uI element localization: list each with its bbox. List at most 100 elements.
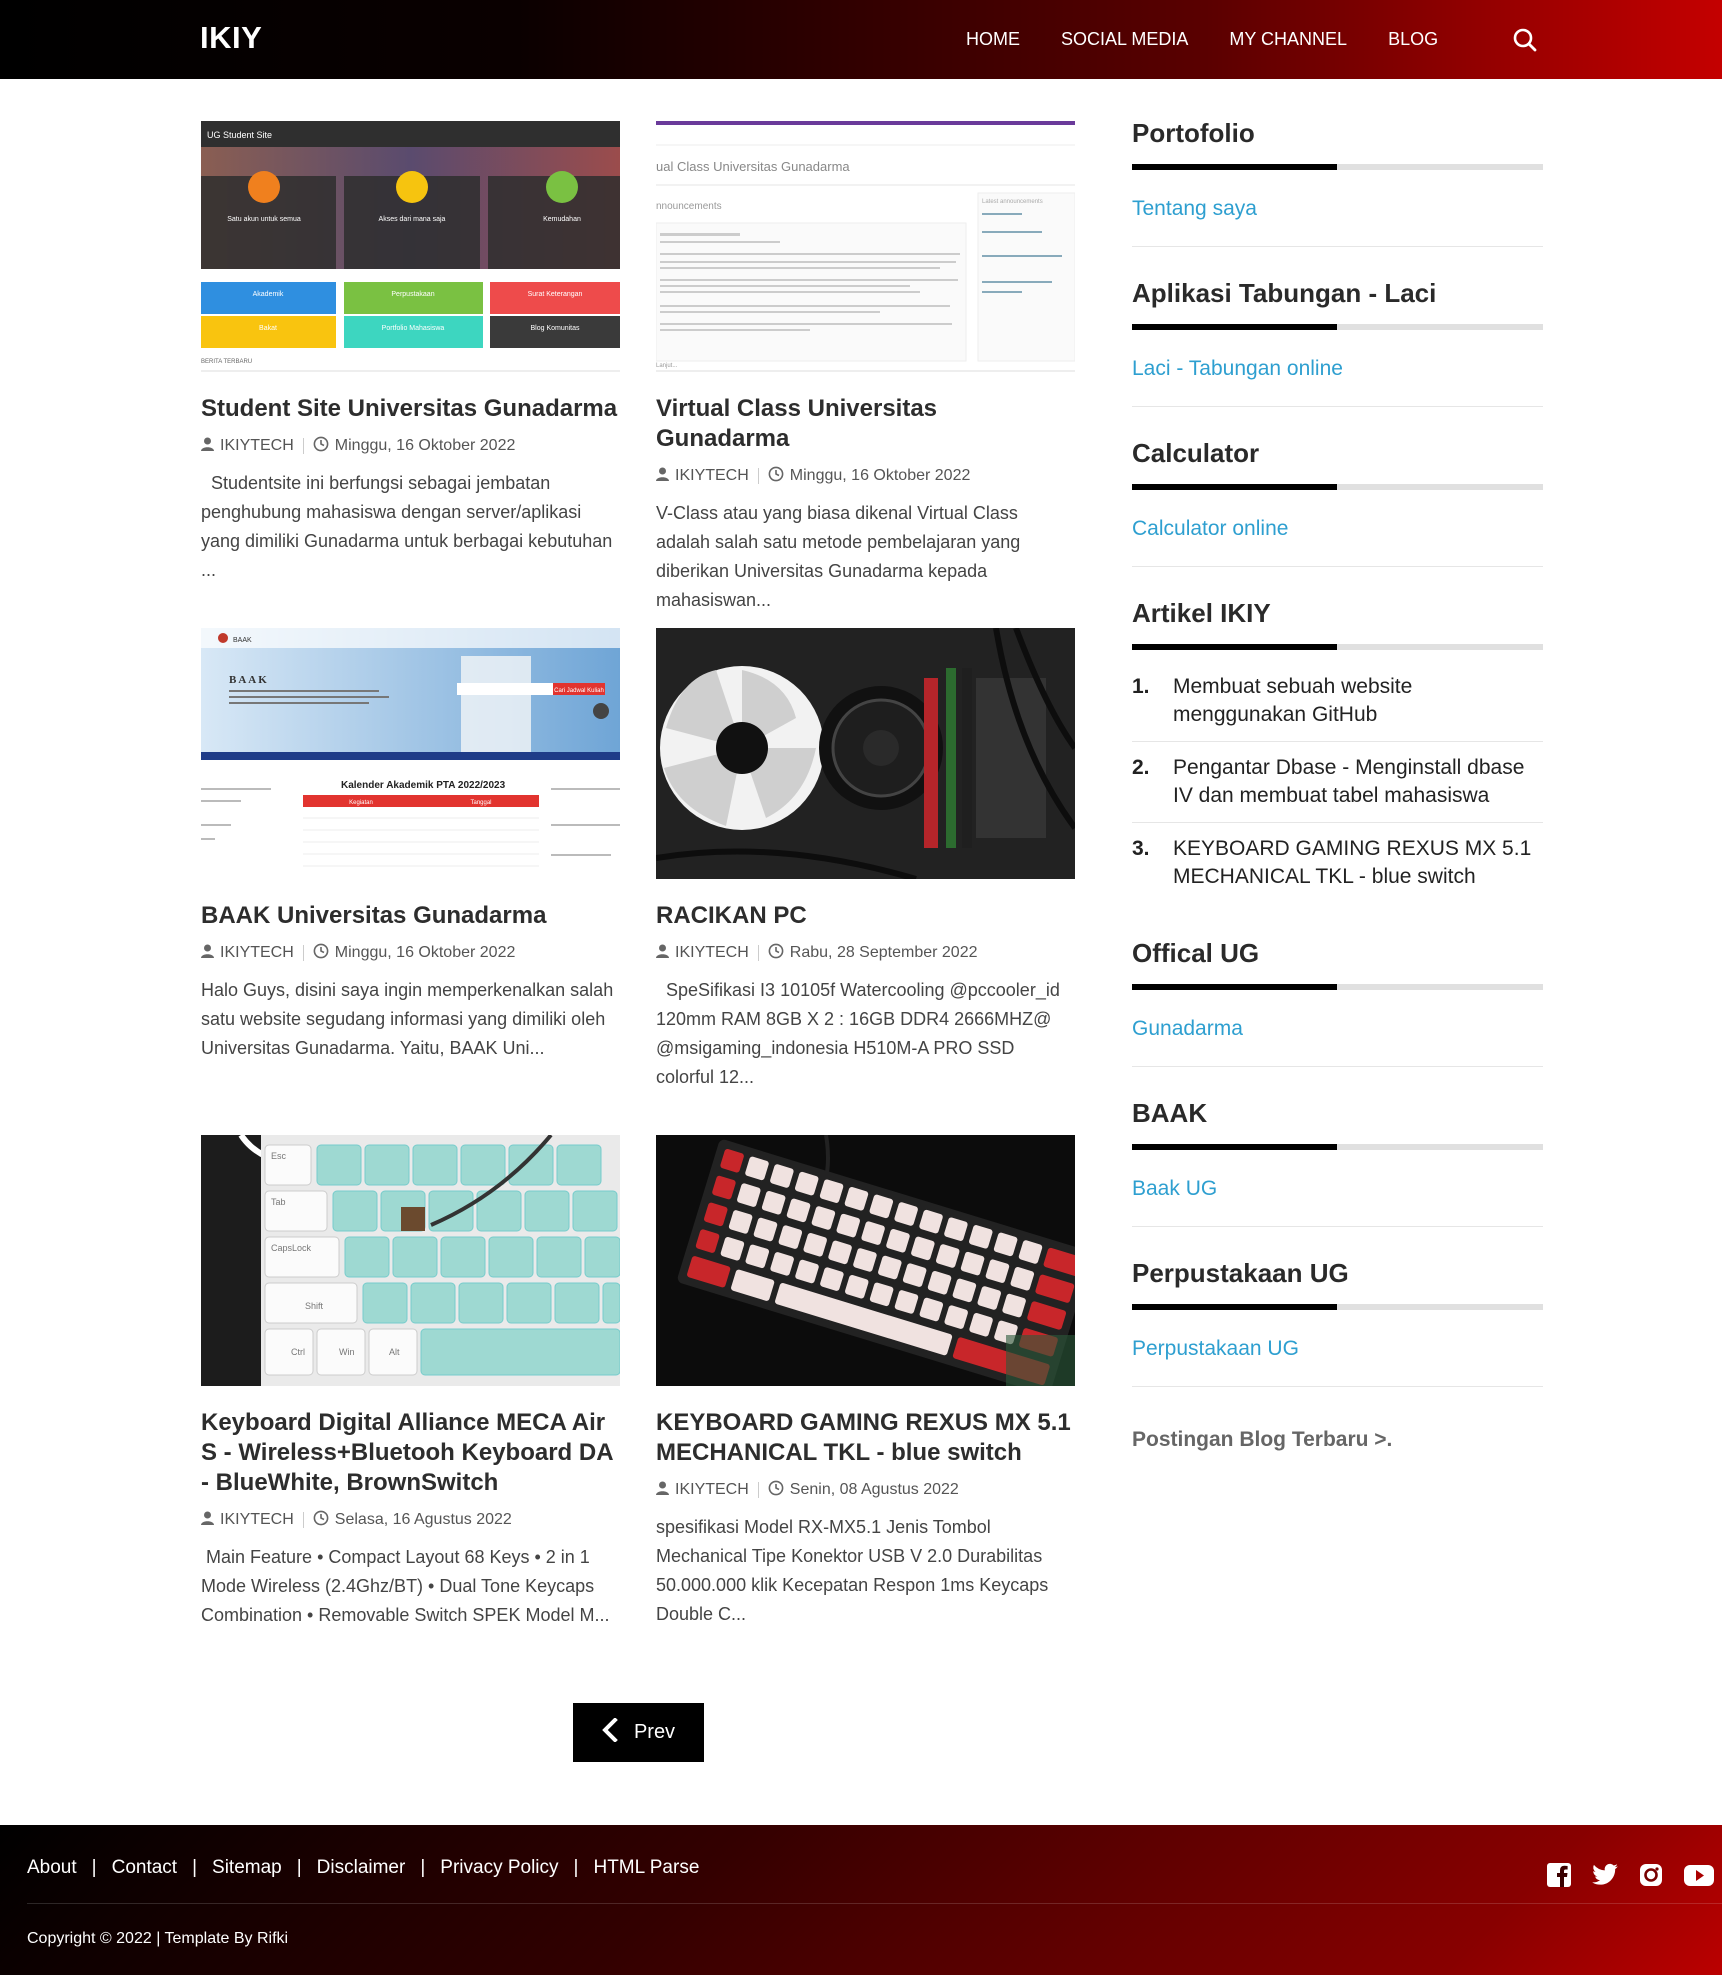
post-author[interactable]: IKIYTECH bbox=[220, 1511, 294, 1529]
facebook-icon[interactable] bbox=[1545, 1861, 1573, 1889]
social-icons bbox=[1545, 1861, 1722, 1889]
sidebar-link-laci[interactable]: Laci - Tabungan online bbox=[1132, 330, 1543, 407]
post-title[interactable]: Student Site Universitas Gunadarma bbox=[201, 394, 620, 424]
user-icon bbox=[656, 944, 675, 963]
thumb-tile-label: Satu akun untuk semua bbox=[227, 216, 301, 223]
widget-underline bbox=[1132, 984, 1543, 990]
post-title[interactable]: Keyboard Digital Alliance MECA Air S - W… bbox=[201, 1408, 620, 1498]
footer-link-contact[interactable]: Contact bbox=[112, 1857, 177, 1879]
thumb-calendar-title: Kalender Akademik PTA 2022/2023 bbox=[341, 780, 506, 791]
widget-artikel: Artikel IKIY 1. Membuat sebuah website me… bbox=[1132, 598, 1543, 938]
key-label: Esc bbox=[271, 1151, 287, 1161]
post-author[interactable]: IKIYTECH bbox=[675, 1481, 749, 1499]
thumb-side-label: Latest announcements bbox=[982, 199, 1043, 205]
nav-my-channel[interactable]: MY CHANNEL bbox=[1229, 29, 1347, 50]
footer-link-disclaimer[interactable]: Disclaimer bbox=[317, 1857, 406, 1879]
key-label: CapsLock bbox=[271, 1243, 312, 1253]
widget-title: BAAK bbox=[1132, 1098, 1208, 1128]
post-thumbnail-vclass[interactable]: ual Class Universitas Gunadarma nnouncem… bbox=[656, 121, 1075, 372]
widget-underline bbox=[1132, 644, 1543, 650]
post-thumbnail-pc-build[interactable] bbox=[656, 628, 1075, 879]
clock-icon bbox=[313, 1510, 335, 1531]
sidebar-link-gunadarma[interactable]: Gunadarma bbox=[1132, 990, 1543, 1067]
copyright-text: Copyright © 2022 | Template By Rifki bbox=[27, 1930, 289, 1947]
key-label: Ctrl bbox=[291, 1347, 305, 1357]
footer-divider bbox=[27, 1903, 1722, 1904]
thumb-menu-label: Surat Keterangan bbox=[528, 291, 583, 298]
twitter-icon[interactable] bbox=[1591, 1861, 1619, 1889]
search-icon[interactable] bbox=[1512, 27, 1538, 53]
post-card: ual Class Universitas Gunadarma nnouncem… bbox=[656, 121, 1075, 615]
article-link[interactable]: Membuat sebuah website menggunakan GitHu… bbox=[1173, 673, 1543, 729]
footer-link-privacy-policy[interactable]: Privacy Policy bbox=[440, 1857, 558, 1879]
post-card: KEYBOARD GAMING REXUS MX 5.1 MECHANICAL … bbox=[656, 1135, 1075, 1629]
post-meta: IKIYTECH Minggu, 16 Oktober 2022 bbox=[201, 436, 620, 456]
sidebar-link-calculator[interactable]: Calculator online bbox=[1132, 490, 1543, 567]
post-title[interactable]: RACIKAN PC bbox=[656, 901, 1075, 931]
widget-calculator: Calculator Calculator online bbox=[1132, 438, 1543, 598]
footer-link-about[interactable]: About bbox=[27, 1857, 77, 1879]
post-snippet: spesifikasi Model RX-MX5.1 Jenis Tombol … bbox=[656, 1517, 1049, 1624]
user-icon bbox=[201, 1511, 220, 1530]
key-label: Shift bbox=[305, 1301, 324, 1311]
article-item[interactable]: 1. Membuat sebuah website menggunakan Git… bbox=[1132, 661, 1543, 742]
main-nav: HOME SOCIAL MEDIA MY CHANNEL BLOG bbox=[966, 29, 1479, 50]
nav-home[interactable]: HOME bbox=[966, 29, 1020, 50]
article-link[interactable]: Pengantar Dbase - Menginstall dbase IV d… bbox=[1173, 754, 1543, 810]
footer-link-html-parse[interactable]: HTML Parse bbox=[593, 1857, 699, 1879]
thumb-heading: ual Class Universitas Gunadarma bbox=[656, 159, 850, 174]
footer-link-sitemap[interactable]: Sitemap bbox=[212, 1857, 282, 1879]
sidebar-link-perpustakaan[interactable]: Perpustakaan UG bbox=[1132, 1310, 1543, 1387]
instagram-icon[interactable] bbox=[1637, 1861, 1665, 1889]
widget-title: Artikel IKIY bbox=[1132, 598, 1271, 628]
post-author[interactable]: IKIYTECH bbox=[675, 467, 749, 485]
post-date: Minggu, 16 Oktober 2022 bbox=[334, 437, 516, 454]
post-thumbnail-keyboard-rexus[interactable] bbox=[656, 1135, 1075, 1386]
site-logo[interactable]: IKIY bbox=[200, 20, 262, 56]
prev-page-button[interactable]: Prev bbox=[573, 1703, 704, 1762]
post-author[interactable]: IKIYTECH bbox=[675, 944, 749, 962]
widget-offical-ug: Offical UG Gunadarma bbox=[1132, 938, 1543, 1098]
post-card: Esc Tab CapsLock Shift Ctrl Win Alt Keyb… bbox=[201, 1135, 620, 1630]
post-snippet: Studentsite ini berfungsi sebagai jembat… bbox=[201, 473, 618, 580]
post-author[interactable]: IKIYTECH bbox=[220, 944, 294, 962]
key-label: Tab bbox=[271, 1197, 286, 1207]
widget-aplikasi-tabungan: Aplikasi Tabungan - Laci Laci - Tabungan… bbox=[1132, 278, 1543, 438]
thumb-menu-label: Akademik bbox=[253, 291, 284, 298]
post-thumbnail-baak[interactable]: BAAK BAAK Cari Jadwal Kuliah Kalender Ak… bbox=[201, 628, 620, 879]
article-item[interactable]: 3. KEYBOARD GAMING REXUS MX 5.1 MECHANICA… bbox=[1132, 823, 1543, 903]
widget-title: Offical UG bbox=[1132, 938, 1260, 968]
post-title[interactable]: BAAK Universitas Gunadarma bbox=[201, 901, 620, 931]
thumb-footer-label: Lanjut... bbox=[656, 363, 678, 369]
post-date: Selasa, 16 Agustus 2022 bbox=[334, 1511, 512, 1528]
widget-title: Portofolio bbox=[1132, 118, 1255, 148]
widget-baak: BAAK Baak UG bbox=[1132, 1098, 1543, 1258]
post-snippet: Halo Guys, disini saya ingin memperkenal… bbox=[201, 980, 614, 1058]
post-thumbnail-studentsite[interactable]: UG Student Site Satu akun untuk semua Ak… bbox=[201, 121, 620, 372]
thumb-section: nnouncements bbox=[656, 201, 722, 212]
article-number: 1. bbox=[1132, 675, 1150, 698]
post-date: Minggu, 16 Oktober 2022 bbox=[334, 944, 516, 961]
post-title[interactable]: KEYBOARD GAMING REXUS MX 5.1 MECHANICAL … bbox=[656, 1408, 1075, 1468]
post-snippet: Main Feature • Compact Layout 68 Keys • … bbox=[201, 1547, 610, 1625]
sidebar-link-baak-ug[interactable]: Baak UG bbox=[1132, 1150, 1543, 1227]
post-snippet: SpeSifikasi I3 10105f Watercooling @pcco… bbox=[656, 980, 1065, 1087]
nav-blog[interactable]: BLOG bbox=[1388, 29, 1438, 50]
nav-social-media[interactable]: SOCIAL MEDIA bbox=[1061, 29, 1188, 50]
recent-posts-link[interactable]: Postingan Blog Terbaru >. bbox=[1132, 1428, 1392, 1452]
top-navbar: IKIY HOME SOCIAL MEDIA MY CHANNEL BLOG bbox=[0, 0, 1722, 79]
widget-title: Perpustakaan UG bbox=[1132, 1258, 1349, 1288]
article-item[interactable]: 2. Pengantar Dbase - Menginstall dbase IV… bbox=[1132, 742, 1543, 823]
post-meta: IKIYTECH Minggu, 16 Oktober 2022 bbox=[656, 466, 1075, 486]
sidebar-link-tentang-saya[interactable]: Tentang saya bbox=[1132, 170, 1543, 247]
clock-icon bbox=[313, 436, 335, 457]
post-thumbnail-keyboard-meca[interactable]: Esc Tab CapsLock Shift Ctrl Win Alt bbox=[201, 1135, 620, 1386]
post-meta: IKIYTECH Minggu, 16 Oktober 2022 bbox=[201, 943, 620, 963]
article-link[interactable]: KEYBOARD GAMING REXUS MX 5.1 MECHANICAL … bbox=[1173, 835, 1543, 891]
clock-icon bbox=[313, 943, 335, 964]
post-author[interactable]: IKIYTECH bbox=[220, 437, 294, 455]
post-title[interactable]: Virtual Class Universitas Gunadarma bbox=[656, 394, 1075, 454]
youtube-icon[interactable] bbox=[1683, 1861, 1715, 1889]
footer: About | Contact | Sitemap | Disclaimer | Pri… bbox=[0, 1825, 1722, 1975]
thumb-table-header: Tanggal bbox=[470, 800, 491, 806]
